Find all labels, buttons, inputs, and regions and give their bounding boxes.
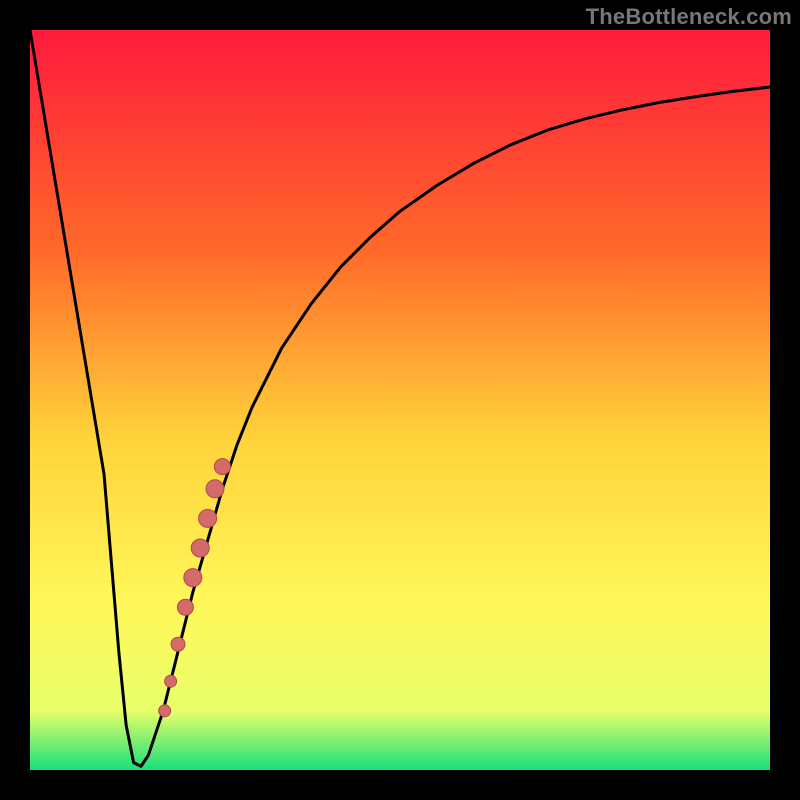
marker-point <box>206 480 224 498</box>
marker-point <box>159 705 171 717</box>
marker-point <box>184 569 202 587</box>
marker-point <box>214 459 230 475</box>
plot-area <box>30 30 770 770</box>
marker-point <box>199 509 217 527</box>
curve-layer <box>30 30 770 770</box>
chart-frame: TheBottleneck.com <box>0 0 800 800</box>
watermark-text: TheBottleneck.com <box>586 4 792 30</box>
marker-point <box>165 675 177 687</box>
marker-point <box>177 599 193 615</box>
marker-point <box>171 637 185 651</box>
bottleneck-curve <box>30 30 770 766</box>
marker-point <box>191 539 209 557</box>
